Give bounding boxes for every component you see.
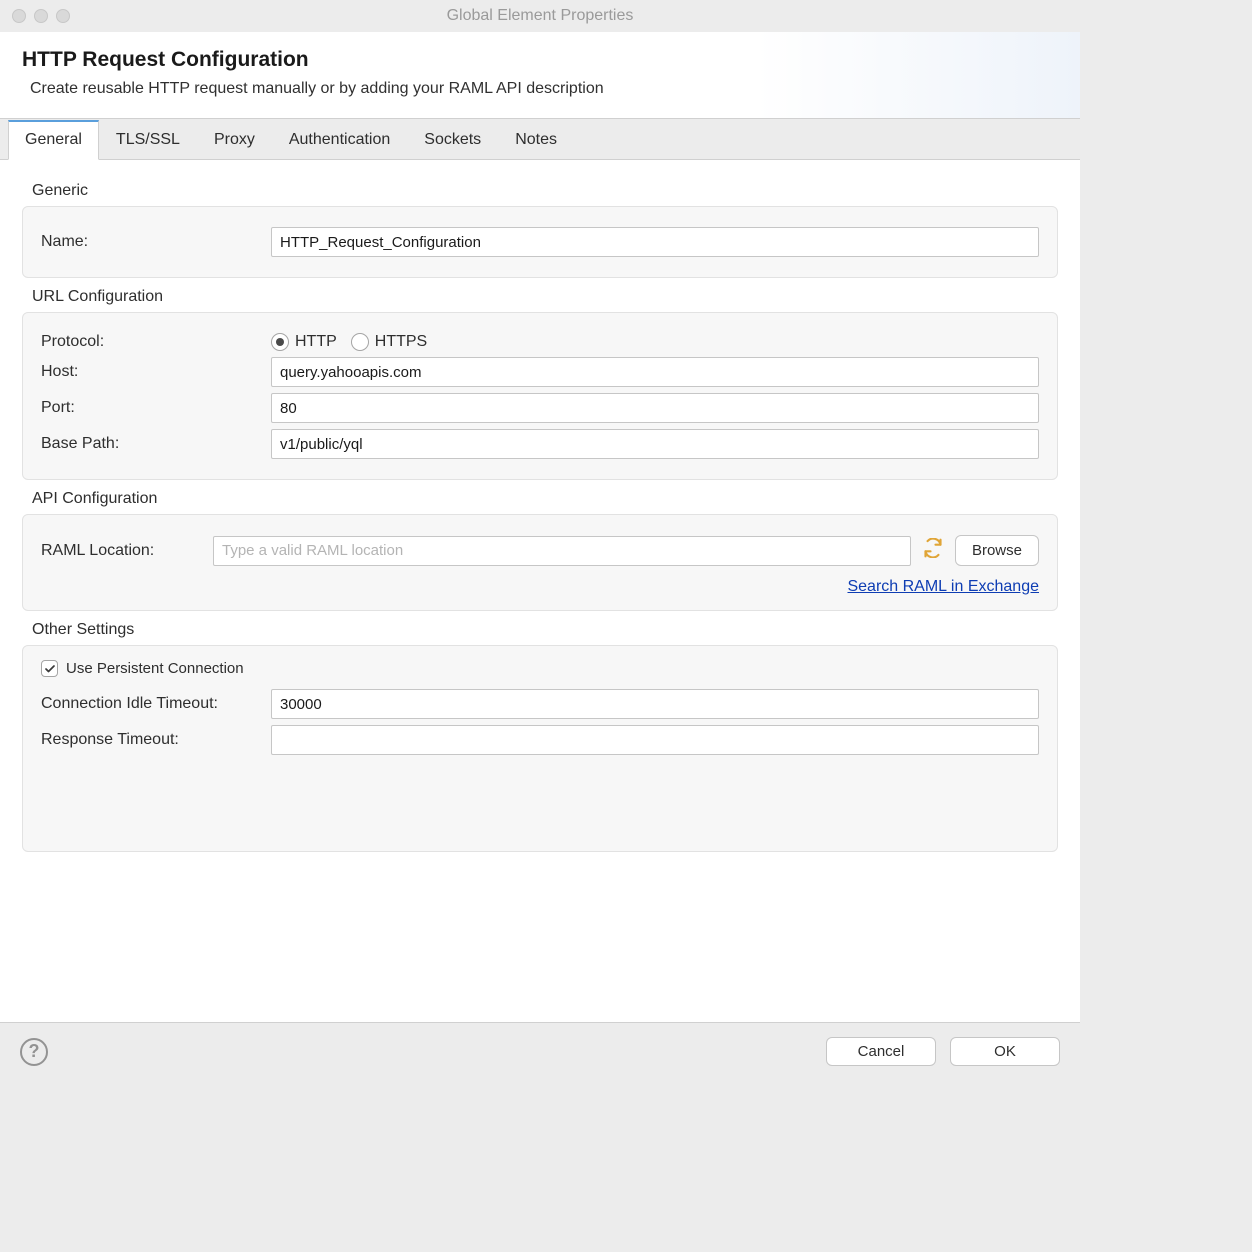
host-label: Host: xyxy=(41,363,271,381)
refresh-icon[interactable] xyxy=(923,538,943,563)
page-title: HTTP Request Configuration xyxy=(22,48,1058,72)
tab-proxy[interactable]: Proxy xyxy=(197,120,272,160)
protocol-http-radio[interactable]: HTTP xyxy=(271,333,337,351)
tab-content: Generic Name: URL Configuration Protocol… xyxy=(0,160,1080,1022)
radio-https-label: HTTPS xyxy=(375,333,427,351)
search-raml-link[interactable]: Search RAML in Exchange xyxy=(847,578,1039,595)
checkbox-checked-icon xyxy=(41,660,58,677)
name-label: Name: xyxy=(41,233,271,251)
section-url-label: URL Configuration xyxy=(32,288,1058,306)
persistent-checkbox[interactable]: Use Persistent Connection xyxy=(41,660,1039,677)
name-row: Name: xyxy=(41,227,1039,257)
tab-tls-ssl[interactable]: TLS/SSL xyxy=(99,120,197,160)
response-row: Response Timeout: xyxy=(41,725,1039,755)
idle-input[interactable] xyxy=(271,689,1039,719)
raml-input[interactable] xyxy=(213,536,911,566)
name-input[interactable] xyxy=(271,227,1039,257)
protocol-row: Protocol: HTTP HTTPS xyxy=(41,333,1039,351)
basepath-label: Base Path: xyxy=(41,435,271,453)
raml-label: RAML Location: xyxy=(41,542,201,560)
basepath-input[interactable] xyxy=(271,429,1039,459)
browse-button[interactable]: Browse xyxy=(955,535,1039,566)
section-generic-panel: Name: xyxy=(22,206,1058,278)
section-url-panel: Protocol: HTTP HTTPS Host: Port: xyxy=(22,312,1058,480)
dialog-window: Global Element Properties HTTP Request C… xyxy=(0,0,1080,1080)
radio-http-label: HTTP xyxy=(295,333,337,351)
idle-row: Connection Idle Timeout: xyxy=(41,689,1039,719)
port-row: Port: xyxy=(41,393,1039,423)
cancel-button[interactable]: Cancel xyxy=(826,1037,936,1066)
header-banner: HTTP Request Configuration Create reusab… xyxy=(0,32,1080,119)
help-icon[interactable]: ? xyxy=(20,1038,48,1066)
maximize-window-icon[interactable] xyxy=(56,9,70,23)
ok-button[interactable]: OK xyxy=(950,1037,1060,1066)
protocol-https-radio[interactable]: HTTPS xyxy=(351,333,427,351)
radio-checked-icon xyxy=(271,333,289,351)
titlebar: Global Element Properties xyxy=(0,0,1080,32)
response-input[interactable] xyxy=(271,725,1039,755)
section-generic-label: Generic xyxy=(32,182,1058,200)
raml-row: RAML Location: Browse xyxy=(41,535,1039,566)
idle-label: Connection Idle Timeout: xyxy=(41,695,271,713)
section-other-label: Other Settings xyxy=(32,621,1058,639)
tab-sockets[interactable]: Sockets xyxy=(407,120,498,160)
port-label: Port: xyxy=(41,399,271,417)
tab-notes[interactable]: Notes xyxy=(498,120,574,160)
response-label: Response Timeout: xyxy=(41,731,271,749)
host-row: Host: xyxy=(41,357,1039,387)
section-api-label: API Configuration xyxy=(32,490,1058,508)
page-subtitle: Create reusable HTTP request manually or… xyxy=(30,80,1058,98)
footer-buttons: Cancel OK xyxy=(826,1037,1060,1066)
port-input[interactable] xyxy=(271,393,1039,423)
window-controls xyxy=(12,9,70,23)
protocol-label: Protocol: xyxy=(41,333,271,351)
minimize-window-icon[interactable] xyxy=(34,9,48,23)
host-input[interactable] xyxy=(271,357,1039,387)
persistent-label: Use Persistent Connection xyxy=(66,660,244,677)
section-other-panel: Use Persistent Connection Connection Idl… xyxy=(22,645,1058,852)
dialog-footer: ? Cancel OK xyxy=(0,1022,1080,1080)
tab-bar: General TLS/SSL Proxy Authentication Soc… xyxy=(0,119,1080,160)
section-api-panel: RAML Location: Browse Search RAML in Exc… xyxy=(22,514,1058,611)
tab-general[interactable]: General xyxy=(8,120,99,160)
search-link-row: Search RAML in Exchange xyxy=(41,578,1039,596)
window-title: Global Element Properties xyxy=(0,7,1080,25)
protocol-radio-group: HTTP HTTPS xyxy=(271,333,427,351)
close-window-icon[interactable] xyxy=(12,9,26,23)
tab-authentication[interactable]: Authentication xyxy=(272,120,407,160)
basepath-row: Base Path: xyxy=(41,429,1039,459)
radio-unchecked-icon xyxy=(351,333,369,351)
